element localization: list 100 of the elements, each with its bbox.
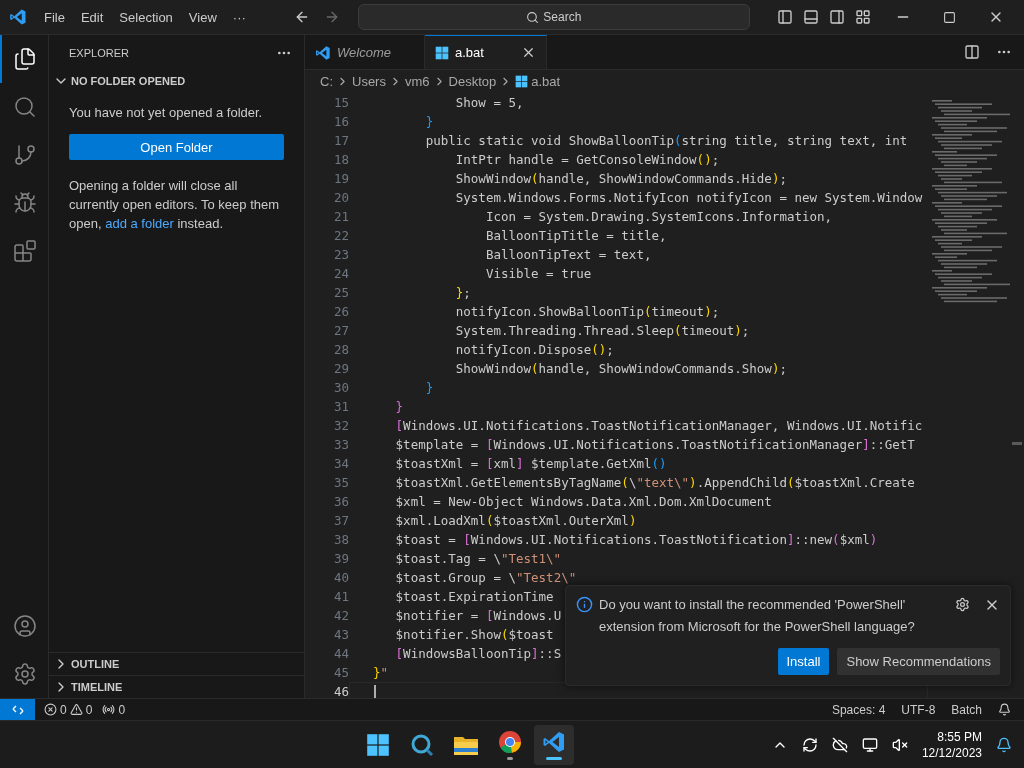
- settings-icon[interactable]: [955, 597, 970, 612]
- line-number: 36: [332, 493, 349, 511]
- line-number: 23: [332, 246, 349, 264]
- line-number: 33: [332, 436, 349, 454]
- notifications-icon[interactable]: [996, 736, 1012, 753]
- windows-logo-icon: [365, 732, 390, 757]
- code-line: $xml = New-Object Windows.Data.Xml.Dom.XmlDocument: [394, 493, 772, 511]
- sidebar-title: EXPLORER: [69, 46, 129, 59]
- code-line: $toast = [Windows.UI.Notifications.ToastNotification]::new($xml): [394, 531, 878, 549]
- search-field[interactable]: Search: [357, 4, 750, 30]
- install-button[interactable]: Install: [777, 648, 830, 675]
- info-paragraph: Opening a folder will close all currently open editors. To keep them open, add a folder instead.: [68, 177, 281, 233]
- problems-status[interactable]: 0 0: [39, 702, 98, 717]
- line-number: 40: [332, 569, 349, 587]
- line-number: 21: [332, 208, 349, 226]
- code-line: };: [454, 284, 471, 302]
- code-line: ShowWindow(handle, ShowWindowCommands.Show);: [454, 360, 787, 378]
- debug-icon: [13, 191, 37, 215]
- line-number: 41: [332, 588, 349, 606]
- line-number: 31: [332, 398, 349, 416]
- maximize-icon[interactable]: [943, 10, 956, 24]
- code-line: }": [373, 664, 389, 682]
- notifications-icon[interactable]: [998, 703, 1011, 716]
- clock[interactable]: 8:55 PM 12/12/2023: [921, 728, 982, 761]
- scrollbar-thumb[interactable]: [1012, 442, 1022, 445]
- code-line: BalloonTipText = text,: [484, 246, 652, 264]
- line-number: 43: [332, 626, 349, 644]
- search-icon: [526, 10, 540, 24]
- windows-file-icon: [435, 45, 449, 60]
- search-icon: [13, 95, 37, 119]
- code-line: $notifier = [Windows.U: [394, 607, 562, 625]
- close-icon[interactable]: [521, 45, 536, 60]
- editor-tab[interactable]: a.bat: [425, 35, 547, 69]
- recommendations-button[interactable]: Show Recommendations: [837, 648, 1000, 675]
- app-logo-icon: [9, 8, 27, 26]
- layout-icon[interactable]: [855, 9, 871, 25]
- search-icon: [409, 732, 434, 757]
- code-line: ShowWindow(handle, ShowWindowCommands.Hide);: [454, 170, 787, 188]
- menu-item[interactable]: Edit: [72, 9, 112, 25]
- browser-icon: [497, 729, 522, 754]
- panel-toggle-icon[interactable]: [803, 9, 819, 25]
- sidebar-toggle-icon[interactable]: [777, 9, 793, 25]
- status-item[interactable]: Batch: [946, 702, 987, 717]
- code-line: System.Threading.Thread.Sleep(timeout);: [454, 322, 750, 340]
- line-number: 19: [332, 170, 349, 188]
- line-number: 32: [332, 417, 349, 435]
- code-line: }: [394, 398, 404, 416]
- line-number: 16: [332, 113, 349, 131]
- taskbar-app[interactable]: [533, 724, 574, 765]
- line-number: 38: [332, 531, 349, 549]
- line-number: 42: [332, 607, 349, 625]
- menu-item[interactable]: View: [180, 9, 225, 25]
- status-item[interactable]: Spaces: 4: [826, 702, 891, 717]
- secondary-sidebar-icon[interactable]: [829, 9, 845, 25]
- notification-message: Do you want to install the recommended 'PowerShell' extension from Microsoft for the PowerShell language?: [599, 596, 916, 636]
- ports-status[interactable]: 0: [97, 702, 131, 717]
- sync-icon[interactable]: [801, 736, 818, 753]
- line-number: 26: [332, 303, 349, 321]
- code-line: $xml.LoadXml($toastXml.OuterXml): [394, 512, 637, 530]
- code-line: Visible = true: [484, 265, 592, 283]
- info-icon: [576, 596, 593, 613]
- line-number: 28: [332, 341, 349, 359]
- breadcrumb-item[interactable]: a.bat: [531, 73, 561, 89]
- section-header[interactable]: OUTLINE: [49, 652, 304, 675]
- warning-icon: [69, 703, 83, 716]
- app-logo-icon: [315, 44, 331, 61]
- code-line: $notifier.Show($toast: [394, 626, 554, 644]
- account-icon[interactable]: [13, 614, 37, 638]
- line-number: 30: [332, 379, 349, 397]
- menu-item[interactable]: ···: [224, 9, 254, 25]
- section-header[interactable]: NO FOLDER OPENED: [49, 70, 304, 92]
- settings-icon[interactable]: [13, 662, 37, 686]
- open-folder-button[interactable]: Open Folder: [69, 134, 284, 160]
- line-number: 18: [332, 151, 349, 169]
- error-icon: [44, 703, 57, 716]
- line-number: 34: [332, 455, 349, 473]
- code-line: notifyIcon.Dispose();: [454, 341, 614, 359]
- cloud-off-icon[interactable]: [831, 736, 848, 753]
- breadcrumb-item[interactable]: vm6: [404, 73, 430, 89]
- code-line: IntPtr handle = GetConsoleWindow();: [454, 151, 720, 169]
- code-line: $template = [Windows.UI.Notifications.ToastNotificationManager]::GetT: [394, 436, 915, 454]
- menu-item[interactable]: Selection: [111, 9, 181, 25]
- code-line: notifyIcon.ShowBalloonTip(timeout);: [454, 303, 720, 321]
- line-number: 15: [332, 94, 349, 112]
- volume-muted-icon[interactable]: [891, 736, 908, 753]
- line-number: 24: [332, 265, 349, 283]
- breadcrumb-item[interactable]: C:: [320, 73, 333, 89]
- line-number: 45: [332, 664, 349, 682]
- add-folder-link[interactable]: add a folder: [105, 216, 174, 231]
- split-editor-icon[interactable]: [964, 44, 980, 60]
- menu-item[interactable]: File: [36, 9, 73, 25]
- line-number: 35: [332, 474, 349, 492]
- broadcast-icon: [102, 703, 116, 716]
- code-line: }: [424, 113, 434, 131]
- code-line: $toastXml = [xml] $template.GetXml(): [394, 455, 667, 473]
- status-item[interactable]: UTF-8: [896, 702, 941, 717]
- code-line: }: [424, 379, 434, 397]
- breadcrumb-item[interactable]: Desktop: [448, 73, 497, 89]
- breadcrumb-item[interactable]: Users: [352, 73, 386, 89]
- text-cursor: [374, 685, 376, 698]
